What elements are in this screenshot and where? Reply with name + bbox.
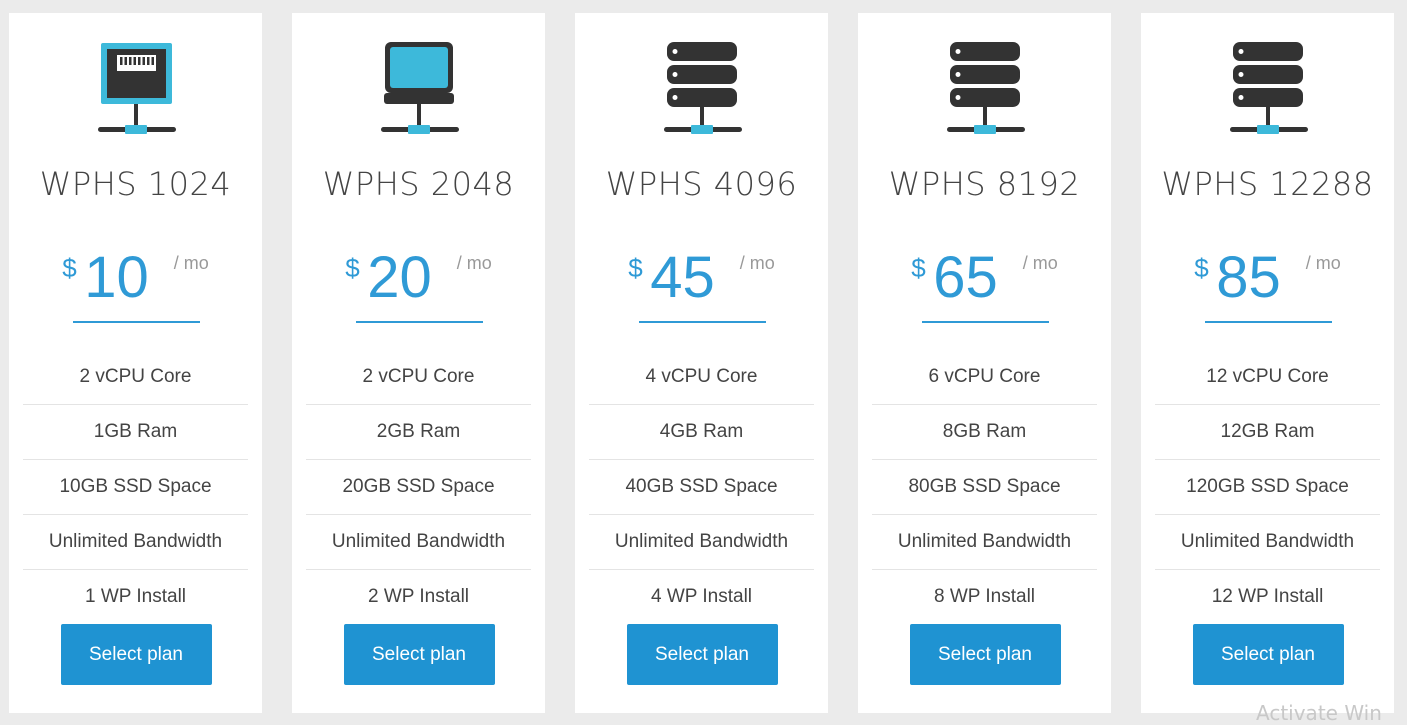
feature-list: 2 vCPU Core 1GB Ram 10GB SSD Space Unlim… xyxy=(23,350,248,624)
feature-storage: 120GB SSD Space xyxy=(1155,460,1380,515)
plan-name: WPHS 12288 xyxy=(1161,165,1374,203)
plan-name: WPHS 1024 xyxy=(39,165,232,203)
price-divider xyxy=(355,321,483,323)
price-period: / mo xyxy=(173,253,209,273)
price-divider xyxy=(72,321,200,323)
price-period: / mo xyxy=(1305,253,1341,273)
feature-storage: 40GB SSD Space xyxy=(589,460,814,515)
select-plan-button[interactable]: Select plan xyxy=(60,624,212,685)
price-amount: 65 xyxy=(933,245,998,310)
feature-cpu: 4 vCPU Core xyxy=(589,350,814,405)
feature-cpu: 2 vCPU Core xyxy=(306,350,531,405)
price-amount: 10 xyxy=(84,245,149,310)
feature-wp-installs: 4 WP Install xyxy=(650,586,753,607)
feature-ram: 12GB Ram xyxy=(1155,405,1380,460)
price-currency: $ xyxy=(62,253,77,283)
feature-wp-installs: 2 WP Install xyxy=(367,586,470,607)
network-port-icon xyxy=(9,41,262,153)
plan-price: $ 10 / mo xyxy=(9,245,262,315)
feature-list: 4 vCPU Core 4GB Ram 40GB SSD Space Unlim… xyxy=(589,350,814,624)
price-amount: 20 xyxy=(367,245,432,310)
plan-name: WPHS 2048 xyxy=(322,165,515,203)
price-period: / mo xyxy=(1022,253,1058,273)
server-stack-icon xyxy=(858,41,1111,153)
pricing-card-wphs-4096: WPHS 4096 $ 45 / mo 4 vCPU Core 4GB Ram … xyxy=(575,13,828,713)
feature-storage: 10GB SSD Space xyxy=(23,460,248,515)
price-currency: $ xyxy=(628,253,643,283)
feature-ram: 4GB Ram xyxy=(589,405,814,460)
price-currency: $ xyxy=(1194,253,1209,283)
select-plan-button[interactable]: Select plan xyxy=(343,624,495,685)
feature-wp-installs: 1 WP Install xyxy=(84,586,187,607)
feature-wp-installs: 12 WP Install xyxy=(1211,586,1324,607)
price-amount: 85 xyxy=(1216,245,1281,310)
price-divider xyxy=(921,321,1049,323)
plan-price: $ 20 / mo xyxy=(292,245,545,315)
feature-bandwidth: Unlimited Bandwidth xyxy=(872,515,1097,570)
price-currency: $ xyxy=(345,253,360,283)
price-currency: $ xyxy=(911,253,926,283)
feature-ram: 8GB Ram xyxy=(872,405,1097,460)
pricing-card-wphs-1024: WPHS 1024 $ 10 / mo 2 vCPU Core 1GB Ram … xyxy=(9,13,262,713)
feature-bandwidth: Unlimited Bandwidth xyxy=(589,515,814,570)
feature-bandwidth: Unlimited Bandwidth xyxy=(1155,515,1380,570)
plan-price: $ 65 / mo xyxy=(858,245,1111,315)
price-divider xyxy=(1204,321,1332,323)
select-plan-button[interactable]: Select plan xyxy=(1192,624,1344,685)
price-amount: 45 xyxy=(650,245,715,310)
price-period: / mo xyxy=(739,253,775,273)
select-plan-button[interactable]: Select plan xyxy=(626,624,778,685)
feature-ram: 1GB Ram xyxy=(23,405,248,460)
pricing-card-wphs-2048: WPHS 2048 $ 20 / mo 2 vCPU Core 2GB Ram … xyxy=(292,13,545,713)
feature-cpu: 6 vCPU Core xyxy=(872,350,1097,405)
feature-ram: 2GB Ram xyxy=(306,405,531,460)
feature-cpu: 12 vCPU Core xyxy=(1155,350,1380,405)
select-plan-button[interactable]: Select plan xyxy=(909,624,1061,685)
feature-list: 12 vCPU Core 12GB Ram 120GB SSD Space Un… xyxy=(1155,350,1380,624)
plan-name: WPHS 8192 xyxy=(888,165,1081,203)
feature-wp-installs: 8 WP Install xyxy=(933,586,1036,607)
feature-bandwidth: Unlimited Bandwidth xyxy=(23,515,248,570)
price-period: / mo xyxy=(456,253,492,273)
feature-storage: 80GB SSD Space xyxy=(872,460,1097,515)
windows-activation-watermark: Activate Win xyxy=(1256,701,1382,725)
pricing-card-wphs-8192: WPHS 8192 $ 65 / mo 6 vCPU Core 8GB Ram … xyxy=(858,13,1111,713)
feature-list: 2 vCPU Core 2GB Ram 20GB SSD Space Unlim… xyxy=(306,350,531,624)
feature-cpu: 2 vCPU Core xyxy=(23,350,248,405)
price-divider xyxy=(638,321,766,323)
feature-bandwidth: Unlimited Bandwidth xyxy=(306,515,531,570)
plan-price: $ 85 / mo xyxy=(1141,245,1394,315)
server-stack-icon xyxy=(575,41,828,153)
pricing-card-wphs-12288: WPHS 12288 $ 85 / mo 12 vCPU Core 12GB R… xyxy=(1141,13,1394,713)
plan-name: WPHS 4096 xyxy=(605,165,798,203)
server-stack-icon xyxy=(1141,41,1394,153)
plan-price: $ 45 / mo xyxy=(575,245,828,315)
feature-storage: 20GB SSD Space xyxy=(306,460,531,515)
computer-monitor-icon xyxy=(292,41,545,153)
feature-list: 6 vCPU Core 8GB Ram 80GB SSD Space Unlim… xyxy=(872,350,1097,624)
